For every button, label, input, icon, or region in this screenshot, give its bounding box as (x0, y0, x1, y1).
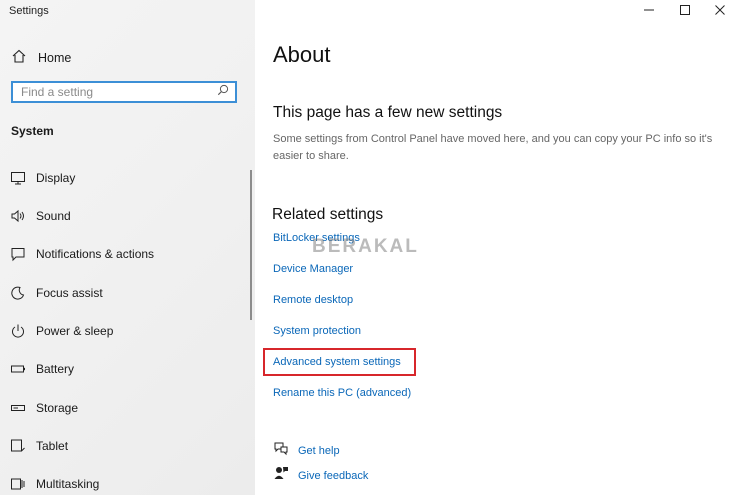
display-icon (9, 169, 27, 187)
sidebar: Settings Home Find a setting System Disp… (0, 0, 255, 495)
sidebar-item-label: Display (36, 171, 76, 185)
minimize-button[interactable] (631, 3, 667, 21)
sidebar-item-label: Notifications & actions (36, 247, 155, 261)
close-button[interactable] (702, 3, 736, 21)
focus-assist-icon (9, 284, 27, 302)
give-feedback-icon (273, 465, 289, 486)
get-help-icon (273, 440, 289, 461)
close-icon (714, 3, 726, 21)
sidebar-item-label: Power & sleep (36, 324, 114, 338)
home-nav-item[interactable]: Home (11, 48, 71, 68)
sidebar-item-tablet[interactable]: Tablet (9, 435, 68, 457)
sidebar-item-power-sleep[interactable]: Power & sleep (9, 320, 113, 342)
watermark: BERAKAL (312, 236, 419, 257)
tablet-icon (9, 437, 27, 455)
rename-pc-link[interactable]: Rename this PC (advanced) (273, 387, 411, 399)
section-header-system: System (11, 124, 54, 138)
give-feedback-link[interactable]: Give feedback (273, 465, 368, 486)
page-title: About (273, 42, 331, 67)
new-settings-description: Some settings from Control Panel have mo… (273, 133, 713, 162)
remote-desktop-link[interactable]: Remote desktop (273, 294, 353, 306)
sidebar-item-label: Multitasking (36, 477, 100, 491)
search-input[interactable]: Find a setting (11, 81, 237, 103)
system-protection-link[interactable]: System protection (273, 325, 361, 337)
minimize-icon (643, 3, 655, 21)
sidebar-item-sound[interactable]: Sound (9, 205, 71, 227)
sound-icon (9, 207, 27, 225)
new-settings-heading: This page has a few new settings (273, 104, 503, 121)
multitasking-icon (9, 475, 27, 493)
sidebar-item-multitasking[interactable]: Multitasking (9, 473, 99, 495)
window-title: Settings (9, 5, 49, 17)
sidebar-item-label: Focus assist (36, 286, 103, 300)
get-help-label: Get help (298, 444, 340, 457)
battery-icon (9, 360, 27, 378)
power-icon (9, 322, 27, 340)
home-label: Home (38, 51, 72, 65)
sidebar-item-focus-assist[interactable]: Focus assist (9, 282, 103, 304)
storage-icon (9, 399, 27, 417)
highlight-box (263, 348, 416, 376)
sidebar-item-display[interactable]: Display (9, 167, 75, 189)
sidebar-item-label: Sound (36, 209, 71, 223)
search-icon (217, 83, 229, 101)
sidebar-item-notifications[interactable]: Notifications & actions (9, 243, 154, 265)
sidebar-item-label: Battery (36, 362, 75, 376)
home-icon (11, 48, 27, 69)
give-feedback-label: Give feedback (298, 469, 369, 482)
notifications-icon (9, 245, 27, 263)
sidebar-scrollbar[interactable] (250, 170, 252, 320)
maximize-button[interactable] (667, 3, 703, 21)
sidebar-item-label: Tablet (36, 439, 69, 453)
search-placeholder: Find a setting (21, 85, 94, 99)
related-settings-heading: Related settings (272, 206, 384, 223)
sidebar-item-label: Storage (36, 401, 79, 415)
device-manager-link[interactable]: Device Manager (273, 263, 353, 275)
maximize-icon (679, 3, 691, 21)
sidebar-item-storage[interactable]: Storage (9, 397, 78, 419)
sidebar-item-battery[interactable]: Battery (9, 358, 74, 380)
get-help-link[interactable]: Get help (273, 440, 340, 461)
